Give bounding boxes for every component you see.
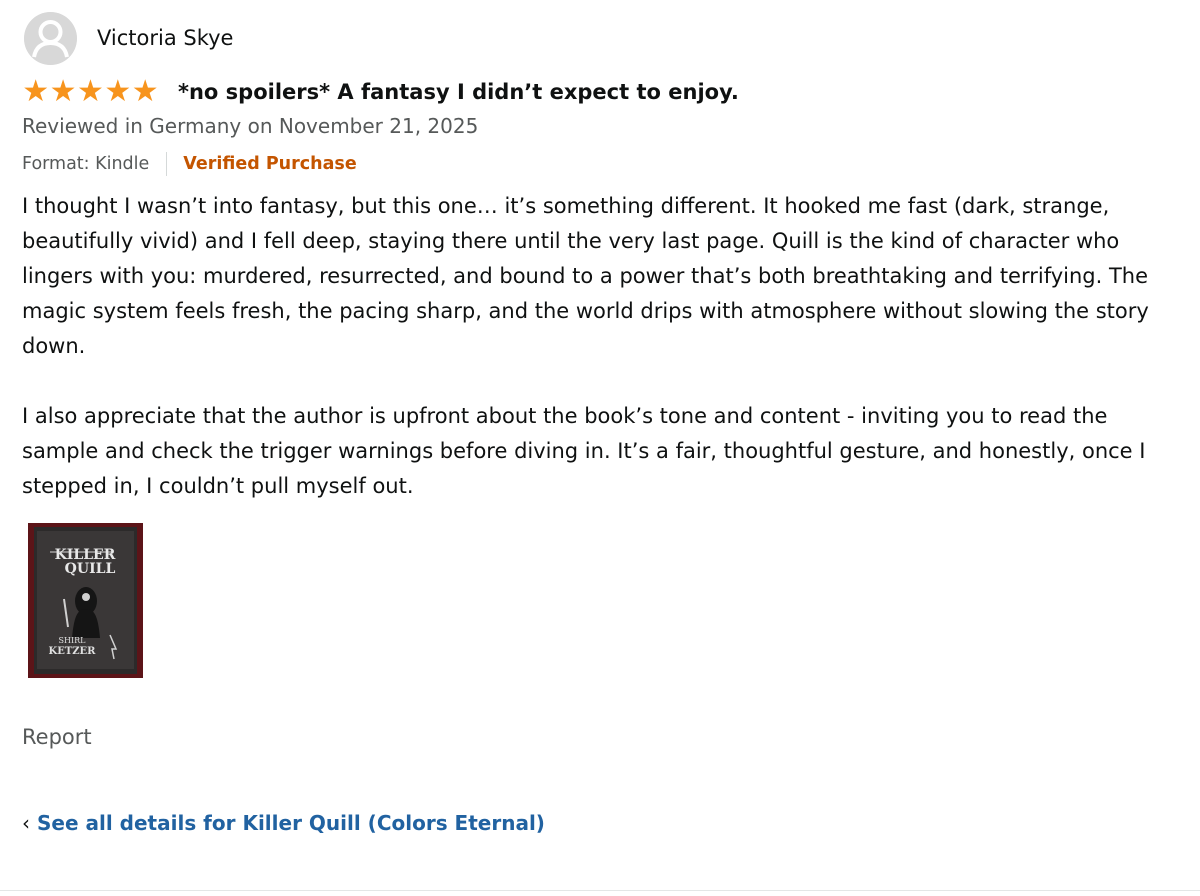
review-image-thumbnail[interactable]: KILLER QUILL SHIRL KETZER	[28, 523, 143, 678]
report-link[interactable]: Report	[22, 725, 92, 749]
review-date: Reviewed in Germany on November 21, 2025	[22, 114, 479, 138]
star-icon: ★	[77, 74, 104, 109]
star-icon: ★	[104, 74, 132, 109]
see-all-details-label[interactable]: See all details for Killer Quill (Colors…	[37, 811, 545, 835]
review-title[interactable]: *no spoilers* A fantasy I didn’t expect …	[178, 80, 739, 104]
star-icon: ★	[22, 74, 50, 109]
default-user-avatar-icon[interactable]	[24, 11, 77, 65]
format-label[interactable]: Format: Kindle	[22, 154, 149, 174]
review-page: Victoria Skye ★ ★ ★ ★ ★ *no spoilers* A fant…	[0, 0, 1200, 896]
bottom-divider	[0, 890, 1200, 891]
reviewer-name[interactable]: Victoria Skye	[97, 26, 233, 50]
see-all-details-link[interactable]: ‹ See all details for Killer Quill (Colo…	[22, 811, 545, 835]
cover-author-line2: KETZER	[49, 646, 97, 657]
rating-title-row: ★ ★ ★ ★ ★ *no spoilers* A fantasy I didn’t e…	[22, 76, 739, 108]
review-meta: Format: Kindle Verified Purchase	[22, 150, 357, 178]
star-rating[interactable]: ★ ★ ★ ★ ★	[22, 74, 159, 109]
cover-title-line2: QUILL	[65, 561, 116, 577]
meta-divider	[166, 152, 168, 176]
review-paragraph: I thought I wasn’t into fantasy, but thi…	[22, 194, 1149, 358]
cover-author-line1: SHIRL	[59, 636, 87, 645]
star-icon: ★	[131, 74, 159, 109]
chevron-left-icon: ‹	[22, 811, 30, 835]
reviewer-profile[interactable]: Victoria Skye	[24, 11, 233, 65]
review-body: I thought I wasn’t into fantasy, but thi…	[22, 189, 1187, 504]
star-icon: ★	[49, 74, 77, 109]
verified-purchase-badge: Verified Purchase	[183, 154, 357, 174]
review-paragraph: I also appreciate that the author is upf…	[22, 404, 1146, 498]
